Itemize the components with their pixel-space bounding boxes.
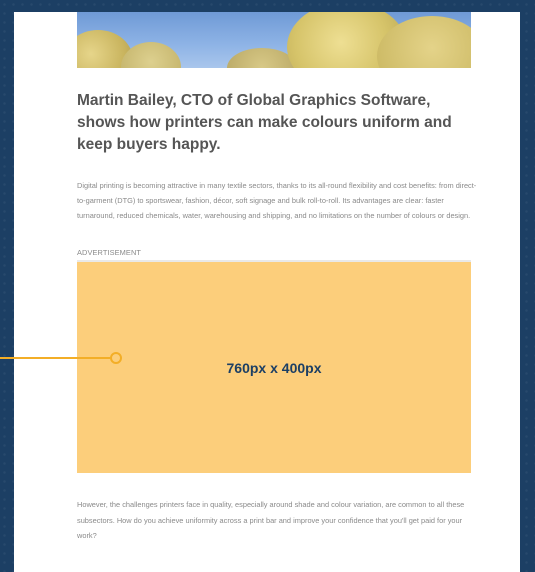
article-page: Martin Bailey, CTO of Global Graphics So… — [14, 12, 520, 572]
ad-size-text: 760px x 400px — [226, 359, 322, 376]
hero-image — [77, 12, 471, 68]
callout-line — [0, 357, 110, 359]
article-headline: Martin Bailey, CTO of Global Graphics So… — [77, 92, 452, 153]
callout-dot — [110, 352, 122, 364]
advertisement-label: ADVERTISEMENT — [77, 248, 141, 257]
advertisement-placeholder[interactable]: 760px x 400px — [77, 260, 471, 473]
article-outro-paragraph: However, the challenges printers face in… — [77, 500, 465, 540]
article-intro-paragraph: Digital printing is becoming attractive … — [77, 181, 477, 220]
